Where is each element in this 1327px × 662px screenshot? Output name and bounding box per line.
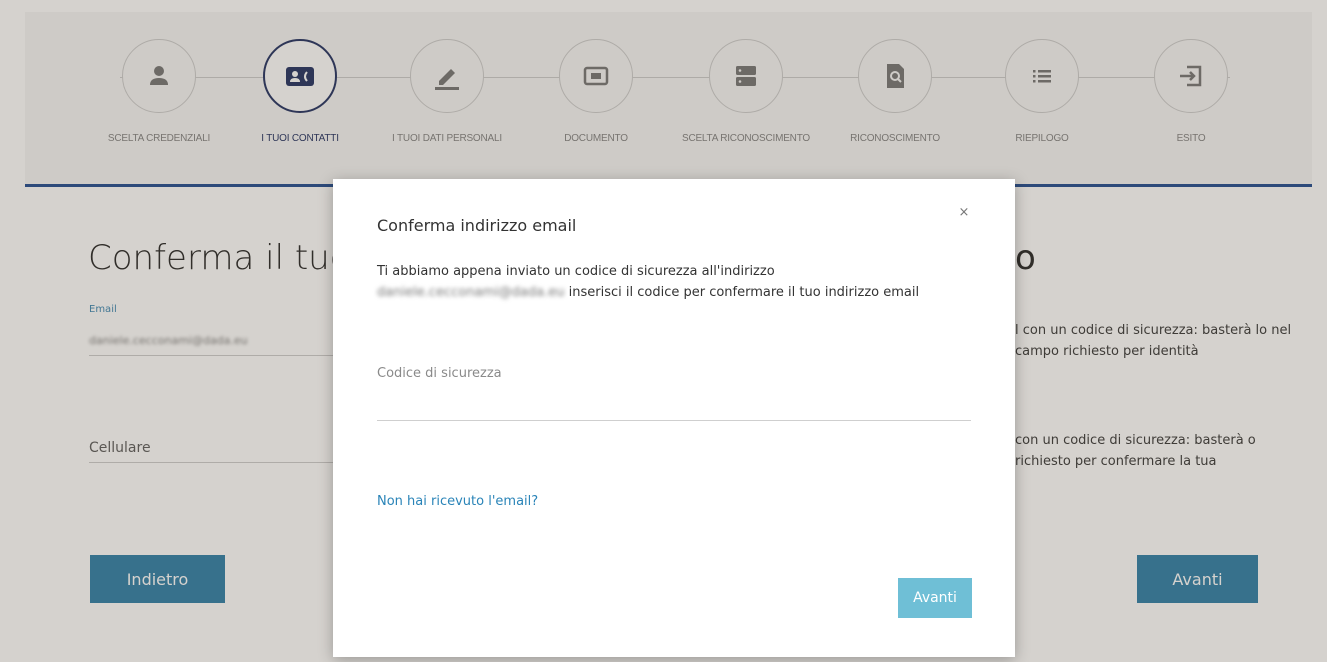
security-code-label: Codice di sicurezza (377, 366, 502, 381)
security-code-input[interactable] (377, 391, 971, 421)
close-icon[interactable]: × (955, 204, 973, 222)
modal-description-part1: Ti abbiamo appena inviato un codice di s… (377, 264, 775, 279)
modal-description: Ti abbiamo appena inviato un codice di s… (377, 261, 977, 303)
modal-description-part2: inserisci il codice per confermare il tu… (564, 285, 920, 300)
confirm-email-modal: Conferma indirizzo email × Ti abbiamo ap… (333, 179, 1015, 657)
resend-email-link[interactable]: Non hai ricevuto l'email? (377, 494, 538, 509)
modal-title: Conferma indirizzo email (377, 216, 577, 235)
modal-next-button[interactable]: Avanti (898, 578, 972, 618)
modal-email-address: daniele.cecconami@dada.eu (377, 285, 565, 300)
